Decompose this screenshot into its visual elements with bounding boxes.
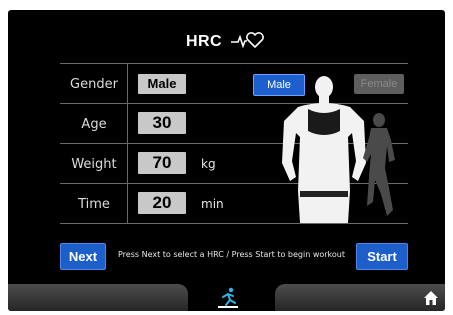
time-unit: min — [201, 197, 224, 211]
gender-value[interactable]: Male — [138, 74, 186, 94]
page-title-text: HRC — [185, 33, 223, 50]
age-value[interactable]: 30 — [138, 112, 186, 134]
bottom-nav-right-panel — [275, 284, 445, 311]
bottom-nav-bar — [8, 284, 445, 311]
male-body-silhouette — [282, 76, 366, 223]
row-divider — [60, 223, 408, 224]
weight-label: Weight — [71, 157, 117, 172]
weight-unit: kg — [201, 157, 216, 171]
age-label: Age — [81, 117, 107, 132]
row-divider — [60, 63, 408, 64]
heart-pulse-icon — [231, 32, 264, 49]
time-value[interactable]: 20 — [138, 192, 186, 214]
next-button[interactable]: Next — [60, 243, 106, 270]
hrc-screen: HRC Gender Male Age 30 Weight 70 kg Time… — [8, 10, 445, 311]
bottom-nav-left-panel — [8, 284, 188, 311]
female-body-silhouette — [363, 113, 395, 216]
page-title: HRC — [8, 30, 445, 51]
treadmill-runner-icon[interactable] — [216, 286, 240, 310]
start-button[interactable]: Start — [356, 243, 408, 270]
weight-value[interactable]: 70 — [138, 152, 186, 174]
time-label: Time — [78, 197, 110, 212]
gender-label: Gender — [70, 77, 118, 92]
instruction-text: Press Next to select a HRC / Press Start… — [118, 250, 345, 259]
home-icon[interactable] — [423, 290, 439, 306]
